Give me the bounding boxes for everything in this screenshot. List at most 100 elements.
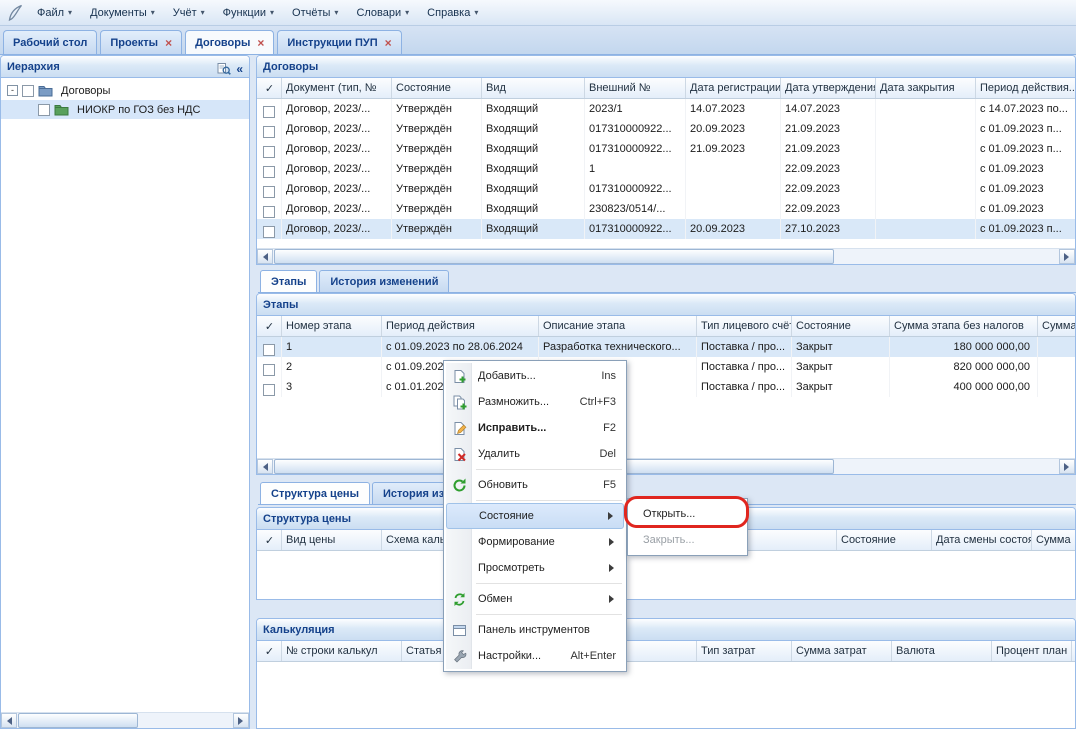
scroll-right-button[interactable]	[1059, 249, 1075, 264]
calc-column-header[interactable]: Тип затрат	[697, 641, 792, 661]
workspace-tab[interactable]: Инструкции ПУП×	[277, 30, 401, 54]
select-all-column-header[interactable]: ✓	[257, 530, 282, 550]
menu-item[interactable]: Просмотреть	[446, 555, 624, 581]
contracts-row[interactable]: Договор, 2023/...УтверждёнВходящий017310…	[257, 119, 1075, 139]
contracts-horizontal-scrollbar[interactable]	[257, 248, 1075, 264]
contracts-column-header[interactable]: Дата регистрации	[686, 78, 781, 98]
sidebar-horizontal-scrollbar[interactable]	[1, 712, 249, 728]
row-checkbox[interactable]	[263, 186, 275, 198]
menu-item[interactable]: Размножить...Ctrl+F3	[446, 389, 624, 415]
contracts-row[interactable]: Договор, 2023/...УтверждёнВходящий2023/1…	[257, 99, 1075, 119]
tree-checkbox[interactable]	[22, 85, 34, 97]
stages-column-header[interactable]: Сумма этапа без налогов	[890, 316, 1038, 336]
menu-item[interactable]: ОбновитьF5	[446, 472, 624, 498]
contracts-row[interactable]: Договор, 2023/...УтверждёнВходящий122.09…	[257, 159, 1075, 179]
tree-checkbox[interactable]	[38, 104, 50, 116]
scroll-right-button[interactable]	[1059, 459, 1075, 474]
collapse-panel-icon[interactable]: «	[236, 64, 243, 74]
contracts-row[interactable]: Договор, 2023/...УтверждёнВходящий017310…	[257, 179, 1075, 199]
scroll-right-button[interactable]	[233, 713, 249, 728]
price-column-header[interactable]: Дата смены состоя	[932, 530, 1032, 550]
row-checkbox[interactable]	[263, 384, 275, 396]
detail-tab-label: Этапы	[271, 276, 306, 288]
menubar-item[interactable]: Справка▾	[418, 3, 487, 23]
price-tab[interactable]: Структура цены	[260, 482, 370, 504]
scroll-left-button[interactable]	[1, 713, 17, 728]
stages-horizontal-scrollbar[interactable]	[257, 458, 1075, 474]
menu-item[interactable]: Исправить...F2	[446, 415, 624, 441]
stages-column-header[interactable]: Период действия	[382, 316, 539, 336]
menu-item[interactable]: Состояние	[446, 503, 624, 529]
stages-column-header[interactable]: Сумма	[1038, 316, 1075, 336]
tree-node[interactable]: - Договоры	[1, 81, 249, 100]
scroll-thumb[interactable]	[274, 249, 834, 264]
select-all-column-header[interactable]: ✓	[257, 316, 282, 336]
price-column-header[interactable]: Вид цены	[282, 530, 382, 550]
tree-expand-toggle[interactable]: -	[7, 85, 18, 96]
tab-close-icon[interactable]: ×	[257, 38, 264, 48]
scroll-left-button[interactable]	[257, 249, 273, 264]
menu-item[interactable]: Настройки...Alt+Enter	[446, 643, 624, 669]
row-checkbox[interactable]	[263, 226, 275, 238]
select-all-column-header[interactable]: ✓	[257, 641, 282, 661]
detail-tab[interactable]: Этапы	[260, 270, 317, 292]
workspace-tab[interactable]: Договоры×	[185, 30, 274, 54]
contracts-column-header[interactable]: Дата закрытия	[876, 78, 976, 98]
contracts-row[interactable]: Договор, 2023/...УтверждёнВходящий017310…	[257, 139, 1075, 159]
calc-column-header[interactable]: Сумма затрат	[792, 641, 892, 661]
stages-row[interactable]: 1с 01.09.2023 по 28.06.2024Разработка те…	[257, 337, 1075, 357]
row-checkbox[interactable]	[263, 146, 275, 158]
menu-item[interactable]: Формирование	[446, 529, 624, 555]
price-panel-title: Структура цены	[263, 513, 351, 529]
stages-row[interactable]: 3с 01.01.202...зделия и ...Поставка / пр…	[257, 377, 1075, 397]
row-checkbox[interactable]	[263, 166, 275, 178]
contracts-column-header[interactable]: Состояние	[392, 78, 482, 98]
row-checkbox[interactable]	[263, 106, 275, 118]
tree-node-label[interactable]: НИОКР по ГОЗ без НДС	[73, 103, 204, 117]
stages-column-header[interactable]: Номер этапа	[282, 316, 382, 336]
menu-item[interactable]: Обмен	[446, 586, 624, 612]
menubar-item[interactable]: Файл▾	[28, 3, 81, 23]
contracts-column-header[interactable]: Дата утверждения	[781, 78, 876, 98]
menubar-item[interactable]: Отчёты▾	[283, 3, 347, 23]
stages-column-header[interactable]: Описание этапа	[539, 316, 697, 336]
contracts-column-header[interactable]: Внешний №	[585, 78, 686, 98]
row-checkbox[interactable]	[263, 206, 275, 218]
row-checkbox[interactable]	[263, 126, 275, 138]
select-all-column-header[interactable]: ✓	[257, 78, 282, 98]
contracts-column-header[interactable]: Документ (тип, №	[282, 78, 392, 98]
workspace-tab[interactable]: Проекты×	[100, 30, 182, 54]
tree-node-label[interactable]: Договоры	[57, 84, 114, 98]
calc-column-header[interactable]: Процент ф	[1072, 641, 1075, 661]
calc-column-header[interactable]: Процент план	[992, 641, 1072, 661]
row-checkbox[interactable]	[263, 364, 275, 376]
menubar-item[interactable]: Документы▾	[81, 3, 164, 23]
contracts-column-header[interactable]: Период действия...	[976, 78, 1075, 98]
menubar-item[interactable]: Функции▾	[214, 3, 283, 23]
scroll-left-button[interactable]	[257, 459, 273, 474]
menubar-item[interactable]: Словари▾	[347, 3, 418, 23]
row-checkbox[interactable]	[263, 344, 275, 356]
scroll-thumb[interactable]	[18, 713, 138, 728]
tree-node[interactable]: НИОКР по ГОЗ без НДС	[1, 100, 249, 119]
stages-column-header[interactable]: Состояние	[792, 316, 890, 336]
detail-tab[interactable]: История изменений	[319, 270, 449, 292]
stages-row[interactable]: 2с 01.09.202...очей конс...Поставка / пр…	[257, 357, 1075, 377]
menu-item[interactable]: УдалитьDel	[446, 441, 624, 467]
workspace-tab[interactable]: Рабочий стол	[3, 30, 97, 54]
price-column-header[interactable]: Сумма	[1032, 530, 1075, 550]
submenu-item[interactable]: Открыть...	[630, 501, 745, 527]
calc-column-header[interactable]: № строки калькул	[282, 641, 402, 661]
stages-column-header[interactable]: Тип лицевого счёт	[697, 316, 792, 336]
price-column-header[interactable]: Состояние	[837, 530, 932, 550]
contracts-column-header[interactable]: Вид	[482, 78, 585, 98]
menubar-item[interactable]: Учёт▾	[164, 3, 214, 23]
find-icon[interactable]	[217, 62, 231, 76]
contracts-row[interactable]: Договор, 2023/...УтверждёнВходящий230823…	[257, 199, 1075, 219]
tab-close-icon[interactable]: ×	[165, 38, 172, 48]
contracts-row[interactable]: Договор, 2023/...УтверждёнВходящий017310…	[257, 219, 1075, 239]
calc-column-header[interactable]: Валюта	[892, 641, 992, 661]
menu-item[interactable]: Панель инструментов	[446, 617, 624, 643]
menu-item[interactable]: Добавить...Ins	[446, 363, 624, 389]
tab-close-icon[interactable]: ×	[385, 38, 392, 48]
